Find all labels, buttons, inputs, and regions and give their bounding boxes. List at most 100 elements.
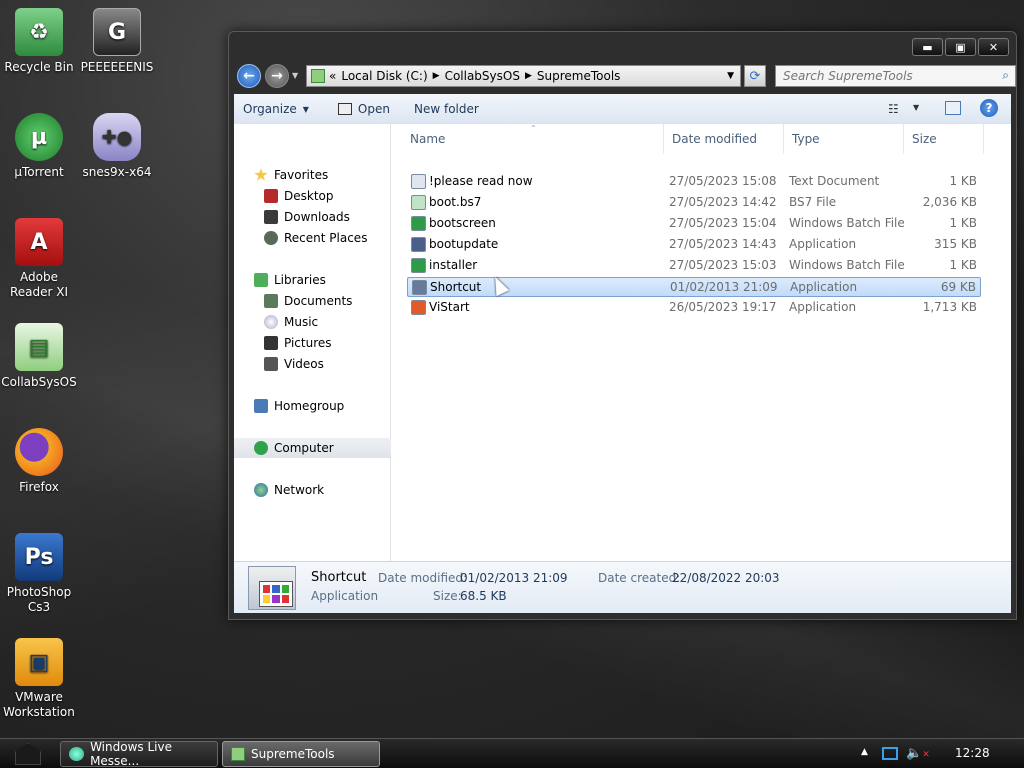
clock[interactable]: 12:28 [955,746,990,760]
nav-computer[interactable]: Computer [234,438,391,458]
window-controls: ▬ ▣ ✕ [912,38,1009,56]
address-overflow-chevron[interactable]: « [329,69,336,83]
content-area: Favorites Desktop Downloads Recent Place… [234,124,1011,561]
nav-downloads[interactable]: Downloads [234,207,391,227]
photoshop-icon: Ps [15,533,63,581]
desktop-icon-recycle-bin[interactable]: ♻ Recycle Bin [0,8,78,75]
views-dropdown-icon[interactable]: ▼ [913,103,919,112]
firefox-icon [15,428,63,476]
nav-label: Downloads [284,210,350,224]
generic-file-icon [411,195,426,210]
details-file-type: Application [311,589,379,603]
file-row[interactable]: installer 27/05/2023 15:03 Windows Batch F… [407,256,981,276]
breadcrumb-collabsysos[interactable]: CollabSysOS [445,69,520,83]
column-header-name[interactable]: Name [402,124,664,154]
views-icon[interactable]: ☷ [888,102,899,116]
explorer-window: ▬ ▣ ✕ ← → ▼ « Local Disk (C:) ▶ CollabSy… [228,31,1017,620]
preview-pane-icon[interactable] [945,101,961,115]
nav-documents[interactable]: Documents [234,291,391,311]
help-icon[interactable]: ? [980,99,998,117]
breadcrumb-separator-icon[interactable]: ▶ [525,71,532,81]
desktop-icon-app-g[interactable]: G PEEEEEENIS [78,8,156,75]
search-input[interactable] [783,69,993,83]
show-hidden-icons-button[interactable]: ▲ [861,747,868,757]
file-row[interactable]: bootupdate 27/05/2023 14:43 Application 315… [407,235,981,255]
search-box[interactable]: ⌕ [775,65,1016,87]
command-bar: Organize ▼ Open New folder ☷ ▼ ? [234,94,1011,124]
nav-network[interactable]: Network [234,480,391,500]
nav-videos[interactable]: Videos [234,354,391,374]
file-size: 1 KB [949,174,977,188]
desktop-icon-photoshop[interactable]: Ps PhotoShop Cs3 [0,533,78,615]
update-app-icon [411,237,426,252]
nav-label: Pictures [284,336,332,350]
file-date-modified: 26/05/2023 19:17 [669,300,777,314]
nav-label: Libraries [274,273,326,287]
network-status-icon[interactable] [882,747,898,760]
column-header-date-modified[interactable]: Date modified [664,124,784,154]
address-dropdown-icon[interactable]: ▼ [727,71,734,81]
file-row[interactable]: ViStart 26/05/2023 19:17 Application 1,713 … [407,298,981,318]
file-type: Windows Batch File [789,258,905,272]
messenger-icon [69,747,85,761]
downloads-icon [264,210,278,224]
file-type: Application [789,237,857,251]
libraries-icon [254,273,268,287]
file-row[interactable]: boot.bs7 27/05/2023 14:42 BS7 File 2,036 KB [407,193,981,213]
shortcut-app-icon [248,566,296,610]
new-folder-button[interactable]: New folder [405,102,488,116]
file-size: 69 KB [940,280,976,294]
breadcrumb-separator-icon[interactable]: ▶ [433,71,440,81]
nav-pictures[interactable]: Pictures [234,333,391,353]
open-button[interactable]: Open [329,102,399,116]
minimize-button[interactable]: ▬ [912,38,943,56]
back-arrow-icon: ← [243,68,255,84]
desktop-icon-label: PEEEEEENIS [80,60,154,74]
file-type: Text Document [789,174,880,188]
column-header-size[interactable]: Size [904,124,984,154]
file-row[interactable]: bootscreen 27/05/2023 15:04 Windows Batch … [407,214,981,234]
recent-pages-dropdown[interactable]: ▼ [292,71,298,80]
organize-button[interactable]: Organize ▼ [234,102,318,116]
vistart-icon [411,300,426,315]
address-bar[interactable]: « Local Disk (C:) ▶ CollabSysOS ▶ Suprem… [306,65,741,87]
forward-button[interactable]: → [265,64,289,88]
breadcrumb-supremetools[interactable]: SupremeTools [537,69,621,83]
desktop-icon-collabsysos[interactable]: ▤ CollabSysOS [0,323,78,390]
refresh-button[interactable]: ⟳ [744,65,766,87]
volume-muted-icon[interactable]: 🔈✕ [906,746,930,761]
desktop-icon-snes9x[interactable]: ✚● snes9x-x64 [78,113,156,180]
file-type: BS7 File [789,195,837,209]
desktop-icon-utorrent[interactable]: µ µTorrent [0,113,78,180]
refresh-icon: ⟳ [749,68,761,84]
taskbar-button-supremetools[interactable]: SupremeTools [222,741,380,767]
desktop-icon-vmware[interactable]: ▣ VMware Workstation [0,638,78,720]
nav-homegroup[interactable]: Homegroup [234,396,391,416]
nav-recent-places[interactable]: Recent Places [234,228,391,248]
file-row[interactable]: !please read now 27/05/2023 15:08 Text Doc… [407,172,981,192]
file-type: Application [789,300,857,314]
nav-label: Videos [284,357,324,371]
nav-favorites[interactable]: Favorites [234,165,391,185]
desktop-icon-firefox[interactable]: Firefox [0,428,78,495]
taskbar-button-messenger[interactable]: Windows Live Messe... [60,740,218,768]
close-button[interactable]: ✕ [978,38,1009,56]
desktop-icon-label: CollabSysOS [1,375,77,389]
breadcrumb-local-disk[interactable]: Local Disk (C:) [341,69,427,83]
desktop-icon-adobe-reader[interactable]: A Adobe Reader XI [0,218,78,300]
maximize-button[interactable]: ▣ [945,38,976,56]
recycle-bin-icon: ♻ [15,8,63,56]
column-header-type[interactable]: Type [784,124,904,154]
vmware-icon: ▣ [15,638,63,686]
desktop-icon-label: Adobe Reader XI [9,270,69,299]
nav-libraries[interactable]: Libraries [234,270,391,290]
file-size: 1,713 KB [922,300,977,314]
start-button[interactable] [8,739,48,768]
nav-music[interactable]: Music [234,312,391,332]
nav-desktop[interactable]: Desktop [234,186,391,206]
desktop-icon-label: µTorrent [14,165,64,179]
back-button[interactable]: ← [237,64,261,88]
file-list: ⌃ Name Date modified Type Size !please r… [392,124,1011,561]
file-date-modified: 27/05/2023 15:04 [669,216,777,230]
search-icon[interactable]: ⌕ [1002,68,1009,83]
